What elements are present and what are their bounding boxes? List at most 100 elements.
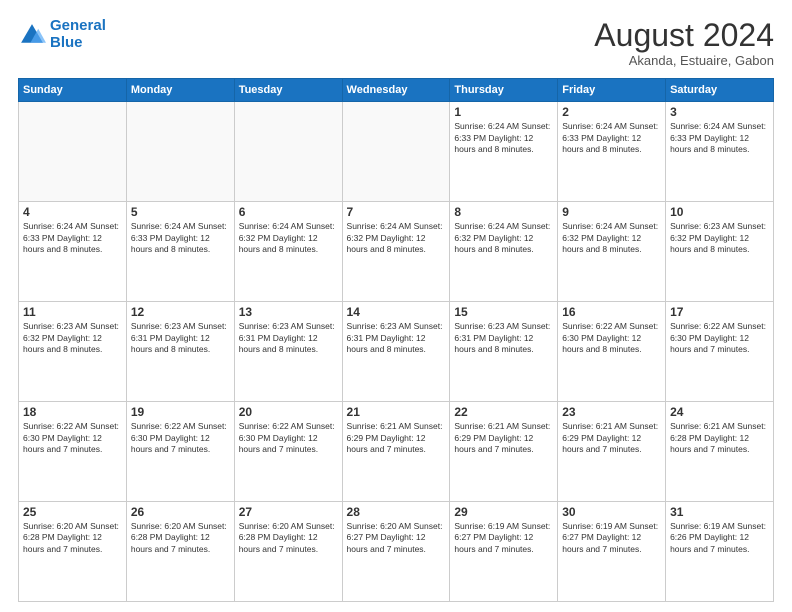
day-cell: 13Sunrise: 6:23 AM Sunset: 6:31 PM Dayli… bbox=[234, 302, 342, 402]
day-number: 17 bbox=[670, 305, 769, 319]
day-info: Sunrise: 6:24 AM Sunset: 6:32 PM Dayligh… bbox=[562, 221, 661, 255]
day-cell: 21Sunrise: 6:21 AM Sunset: 6:29 PM Dayli… bbox=[342, 402, 450, 502]
day-cell: 11Sunrise: 6:23 AM Sunset: 6:32 PM Dayli… bbox=[19, 302, 127, 402]
title-block: August 2024 Akanda, Estuaire, Gabon bbox=[594, 18, 774, 68]
col-header-tuesday: Tuesday bbox=[234, 79, 342, 102]
day-number: 29 bbox=[454, 505, 553, 519]
day-cell: 12 Sunrise: 6:23 AM Sunset: 6:31 PM Dayli… bbox=[126, 302, 234, 402]
day-info: Sunrise: 6:21 AM Sunset: 6:28 PM Dayligh… bbox=[670, 421, 769, 455]
logo: General Blue bbox=[18, 18, 106, 51]
day-number: 30 bbox=[562, 505, 661, 519]
day-number: 5 bbox=[131, 205, 230, 219]
day-cell: 26 Sunrise: 6:20 AM Sunset: 6:28 PM Dayli… bbox=[126, 502, 234, 602]
day-info: Sunrise: 6:23 AM Sunset: 6:31 PM Dayligh… bbox=[131, 321, 230, 355]
subtitle: Akanda, Estuaire, Gabon bbox=[594, 53, 774, 68]
day-number: 21 bbox=[347, 405, 446, 419]
day-number: 16 bbox=[562, 305, 661, 319]
day-cell: 1 Sunrise: 6:24 AM Sunset: 6:33 PM Daylig… bbox=[450, 102, 558, 202]
day-number: 19 bbox=[131, 405, 230, 419]
day-number: 28 bbox=[347, 505, 446, 519]
day-cell bbox=[19, 102, 127, 202]
header: General Blue August 2024 Akanda, Estuair… bbox=[18, 18, 774, 68]
day-info: Sunrise: 6:22 AM Sunset: 6:30 PM Dayligh… bbox=[670, 321, 769, 355]
calendar-table: SundayMondayTuesdayWednesdayThursdayFrid… bbox=[18, 78, 774, 602]
day-info: Sunrise: 6:19 AM Sunset: 6:27 PM Dayligh… bbox=[454, 521, 553, 555]
day-cell bbox=[126, 102, 234, 202]
day-cell: 2Sunrise: 6:24 AM Sunset: 6:33 PM Daylig… bbox=[558, 102, 666, 202]
day-info: Sunrise: 6:20 AM Sunset: 6:28 PM Dayligh… bbox=[239, 521, 338, 555]
day-number: 10 bbox=[670, 205, 769, 219]
day-cell: 25 Sunrise: 6:20 AM Sunset: 6:28 PM Dayli… bbox=[19, 502, 127, 602]
day-info: Sunrise: 6:24 AM Sunset: 6:33 PM Dayligh… bbox=[454, 121, 553, 155]
day-number: 18 bbox=[23, 405, 122, 419]
logo-blue: Blue bbox=[50, 34, 83, 51]
day-number: 27 bbox=[239, 505, 338, 519]
col-header-wednesday: Wednesday bbox=[342, 79, 450, 102]
day-cell bbox=[342, 102, 450, 202]
day-info: Sunrise: 6:24 AM Sunset: 6:32 PM Dayligh… bbox=[454, 221, 553, 255]
day-number: 22 bbox=[454, 405, 553, 419]
day-number: 1 bbox=[454, 105, 553, 119]
day-info: Sunrise: 6:24 AM Sunset: 6:32 PM Dayligh… bbox=[239, 221, 338, 255]
week-row-5: 25 Sunrise: 6:20 AM Sunset: 6:28 PM Dayli… bbox=[19, 502, 774, 602]
day-cell: 6 Sunrise: 6:24 AM Sunset: 6:32 PM Daylig… bbox=[234, 202, 342, 302]
col-header-thursday: Thursday bbox=[450, 79, 558, 102]
day-number: 25 bbox=[23, 505, 122, 519]
day-info: Sunrise: 6:23 AM Sunset: 6:32 PM Dayligh… bbox=[670, 221, 769, 255]
day-cell bbox=[234, 102, 342, 202]
logo-general: General bbox=[50, 17, 106, 34]
day-cell: 20Sunrise: 6:22 AM Sunset: 6:30 PM Dayli… bbox=[234, 402, 342, 502]
col-header-saturday: Saturday bbox=[666, 79, 774, 102]
day-number: 15 bbox=[454, 305, 553, 319]
logo-icon bbox=[18, 21, 46, 49]
day-info: Sunrise: 6:24 AM Sunset: 6:33 PM Dayligh… bbox=[670, 121, 769, 155]
day-cell: 9Sunrise: 6:24 AM Sunset: 6:32 PM Daylig… bbox=[558, 202, 666, 302]
day-number: 23 bbox=[562, 405, 661, 419]
day-cell: 15 Sunrise: 6:23 AM Sunset: 6:31 PM Dayli… bbox=[450, 302, 558, 402]
day-number: 26 bbox=[131, 505, 230, 519]
day-info: Sunrise: 6:20 AM Sunset: 6:27 PM Dayligh… bbox=[347, 521, 446, 555]
week-row-4: 18 Sunrise: 6:22 AM Sunset: 6:30 PM Dayli… bbox=[19, 402, 774, 502]
day-info: Sunrise: 6:24 AM Sunset: 6:33 PM Dayligh… bbox=[23, 221, 122, 255]
day-cell: 5 Sunrise: 6:24 AM Sunset: 6:33 PM Daylig… bbox=[126, 202, 234, 302]
day-info: Sunrise: 6:22 AM Sunset: 6:30 PM Dayligh… bbox=[239, 421, 338, 455]
day-info: Sunrise: 6:20 AM Sunset: 6:28 PM Dayligh… bbox=[131, 521, 230, 555]
day-number: 24 bbox=[670, 405, 769, 419]
day-cell: 27 Sunrise: 6:20 AM Sunset: 6:28 PM Dayli… bbox=[234, 502, 342, 602]
day-info: Sunrise: 6:21 AM Sunset: 6:29 PM Dayligh… bbox=[454, 421, 553, 455]
day-info: Sunrise: 6:19 AM Sunset: 6:26 PM Dayligh… bbox=[670, 521, 769, 555]
day-cell: 22 Sunrise: 6:21 AM Sunset: 6:29 PM Dayli… bbox=[450, 402, 558, 502]
col-header-sunday: Sunday bbox=[19, 79, 127, 102]
day-number: 6 bbox=[239, 205, 338, 219]
day-cell: 3 Sunrise: 6:24 AM Sunset: 6:33 PM Daylig… bbox=[666, 102, 774, 202]
day-cell: 8 Sunrise: 6:24 AM Sunset: 6:32 PM Daylig… bbox=[450, 202, 558, 302]
day-cell: 28 Sunrise: 6:20 AM Sunset: 6:27 PM Dayli… bbox=[342, 502, 450, 602]
day-cell: 7Sunrise: 6:24 AM Sunset: 6:32 PM Daylig… bbox=[342, 202, 450, 302]
day-cell: 14Sunrise: 6:23 AM Sunset: 6:31 PM Dayli… bbox=[342, 302, 450, 402]
day-number: 12 bbox=[131, 305, 230, 319]
day-cell: 17 Sunrise: 6:22 AM Sunset: 6:30 PM Dayli… bbox=[666, 302, 774, 402]
day-number: 8 bbox=[454, 205, 553, 219]
day-info: Sunrise: 6:21 AM Sunset: 6:29 PM Dayligh… bbox=[562, 421, 661, 455]
day-cell: 16Sunrise: 6:22 AM Sunset: 6:30 PM Dayli… bbox=[558, 302, 666, 402]
day-info: Sunrise: 6:20 AM Sunset: 6:28 PM Dayligh… bbox=[23, 521, 122, 555]
day-info: Sunrise: 6:22 AM Sunset: 6:30 PM Dayligh… bbox=[23, 421, 122, 455]
day-number: 3 bbox=[670, 105, 769, 119]
page: General Blue August 2024 Akanda, Estuair… bbox=[0, 0, 792, 612]
day-info: Sunrise: 6:23 AM Sunset: 6:31 PM Dayligh… bbox=[239, 321, 338, 355]
day-number: 14 bbox=[347, 305, 446, 319]
day-info: Sunrise: 6:19 AM Sunset: 6:27 PM Dayligh… bbox=[562, 521, 661, 555]
day-number: 11 bbox=[23, 305, 122, 319]
day-cell: 30 Sunrise: 6:19 AM Sunset: 6:27 PM Dayli… bbox=[558, 502, 666, 602]
day-info: Sunrise: 6:24 AM Sunset: 6:33 PM Dayligh… bbox=[131, 221, 230, 255]
day-cell: 31Sunrise: 6:19 AM Sunset: 6:26 PM Dayli… bbox=[666, 502, 774, 602]
week-row-3: 11Sunrise: 6:23 AM Sunset: 6:32 PM Dayli… bbox=[19, 302, 774, 402]
day-cell: 24 Sunrise: 6:21 AM Sunset: 6:28 PM Dayli… bbox=[666, 402, 774, 502]
day-number: 7 bbox=[347, 205, 446, 219]
week-row-1: 1 Sunrise: 6:24 AM Sunset: 6:33 PM Daylig… bbox=[19, 102, 774, 202]
day-cell: 10 Sunrise: 6:23 AM Sunset: 6:32 PM Dayli… bbox=[666, 202, 774, 302]
day-cell: 18 Sunrise: 6:22 AM Sunset: 6:30 PM Dayli… bbox=[19, 402, 127, 502]
col-header-friday: Friday bbox=[558, 79, 666, 102]
day-info: Sunrise: 6:23 AM Sunset: 6:31 PM Dayligh… bbox=[454, 321, 553, 355]
day-info: Sunrise: 6:22 AM Sunset: 6:30 PM Dayligh… bbox=[131, 421, 230, 455]
